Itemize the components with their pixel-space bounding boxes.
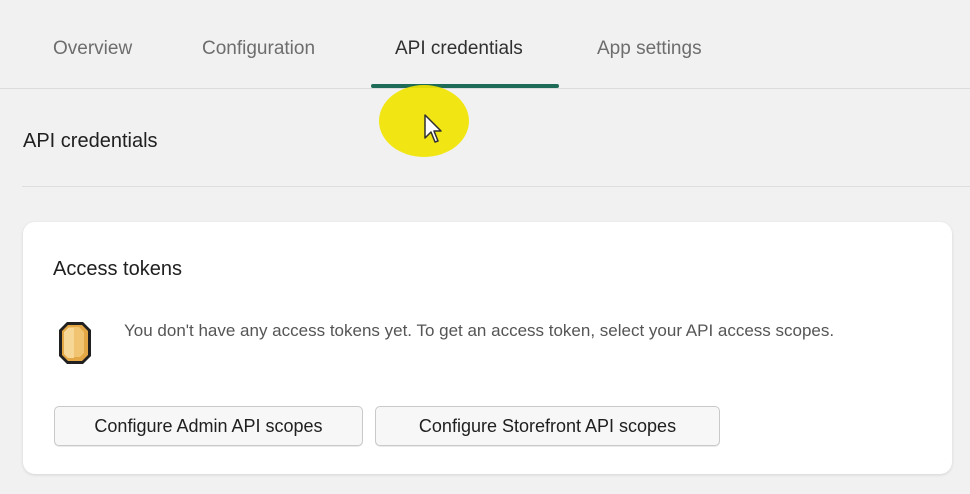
card-title: Access tokens [53,258,182,280]
section-divider [22,186,970,187]
active-tab-indicator [371,84,559,88]
configure-storefront-api-scopes-button[interactable]: Configure Storefront API scopes [375,406,720,446]
no-tokens-notice: You don't have any access tokens yet. To… [124,321,835,340]
tab-api-credentials[interactable]: API credentials [395,38,523,60]
tab-bar: Overview Configuration API credentials A… [0,0,970,89]
access-tokens-card: Access tokens You don't have any access … [23,222,952,474]
page-title: API credentials [23,130,158,152]
configure-admin-api-scopes-button[interactable]: Configure Admin API scopes [54,406,363,446]
coin-icon [59,322,91,364]
tab-overview[interactable]: Overview [53,38,132,60]
tab-app-settings[interactable]: App settings [597,38,702,60]
mouse-cursor-icon [424,114,442,143]
tab-configuration[interactable]: Configuration [202,38,315,60]
